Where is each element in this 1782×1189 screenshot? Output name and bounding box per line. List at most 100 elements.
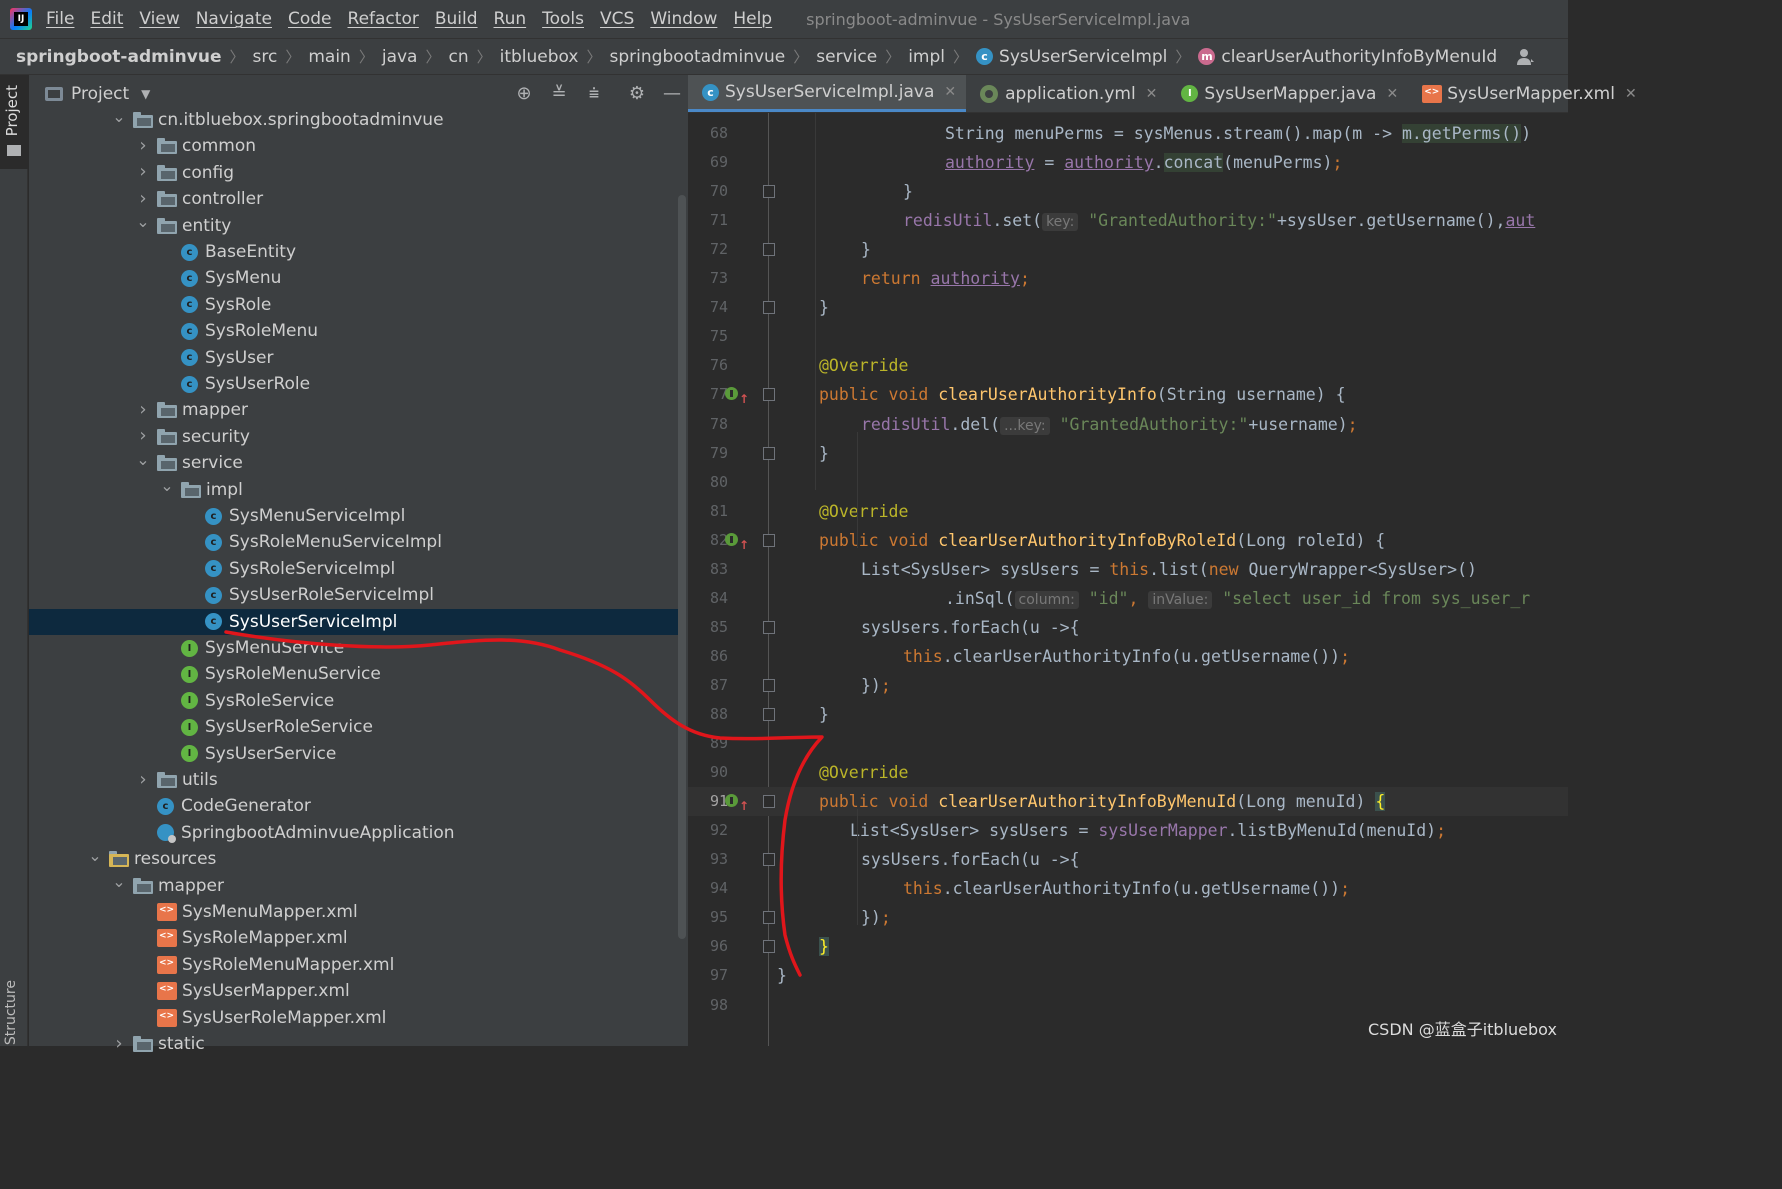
tree-item[interactable]: SysMenuMapper.xml <box>29 899 679 925</box>
editor-tab[interactable]: I SysUserMapper.java ✕ <box>1167 75 1408 112</box>
menu-item-file[interactable]: File <box>46 9 74 29</box>
menu-item-tools[interactable]: Tools <box>542 9 584 29</box>
tree-item[interactable]: I SysUserRoleService <box>29 714 679 740</box>
menu-item-refactor[interactable]: Refactor <box>348 9 419 29</box>
project-tool-tab[interactable]: Project <box>0 75 28 169</box>
tree-item[interactable]: ⌄ cn.itbluebox.springbootadminvue <box>29 107 679 133</box>
tree-item[interactable]: SpringbootAdminvueApplication <box>29 820 679 846</box>
override-gutter-icon[interactable]: ↑ <box>725 385 749 406</box>
tree-item[interactable]: › security <box>29 424 679 450</box>
collapse-all-icon[interactable]: ⩧ <box>583 83 605 105</box>
fold-marker-icon[interactable] <box>763 795 775 809</box>
fold-marker-icon[interactable] <box>763 243 775 257</box>
menu-item-view[interactable]: View <box>139 9 179 29</box>
breadcrumb-item[interactable]: springboot-adminvue <box>16 47 221 67</box>
chevron-down-icon[interactable]: ⌄ <box>87 846 103 865</box>
project-panel-title[interactable]: Project <box>71 84 129 104</box>
user-icon[interactable] <box>1516 47 1536 67</box>
chevron-right-icon[interactable]: › <box>111 1033 127 1054</box>
tree-item[interactable]: c SysRoleMenu <box>29 318 679 344</box>
breadcrumb-item[interactable]: itbluebox <box>500 47 579 67</box>
tree-item[interactable]: c SysUserRole <box>29 371 679 397</box>
project-scrollbar[interactable] <box>678 195 686 939</box>
tree-item[interactable]: ⌄ service <box>29 450 679 476</box>
fold-marker-icon[interactable] <box>763 533 775 547</box>
menu-item-edit[interactable]: Edit <box>90 9 123 29</box>
tree-item[interactable]: c BaseEntity <box>29 239 679 265</box>
fold-marker-icon[interactable] <box>763 911 775 925</box>
tree-item[interactable]: › common <box>29 133 679 159</box>
dropdown-arrow-icon[interactable]: ▼ <box>141 87 150 101</box>
breadcrumb-item[interactable]: main <box>308 47 350 67</box>
close-tab-icon[interactable]: ✕ <box>1386 86 1398 102</box>
chevron-right-icon[interactable]: › <box>135 425 151 446</box>
tree-item[interactable]: › static <box>29 1031 679 1057</box>
breadcrumb-class[interactable]: c SysUserServiceImpl <box>976 47 1167 67</box>
breadcrumb-item[interactable]: impl <box>908 47 945 67</box>
menu-item-code[interactable]: Code <box>288 9 332 29</box>
tree-item[interactable]: › utils <box>29 767 679 793</box>
breadcrumb-item[interactable]: service <box>816 47 877 67</box>
tree-item[interactable]: I SysUserService <box>29 741 679 767</box>
tree-item[interactable]: c CodeGenerator <box>29 793 679 819</box>
tree-item[interactable]: SysRoleMenuMapper.xml <box>29 952 679 978</box>
tree-item[interactable]: I SysRoleService <box>29 688 679 714</box>
tree-item[interactable]: I SysMenuService <box>29 635 679 661</box>
editor-tab[interactable]: SysUserMapper.xml ✕ <box>1408 75 1647 112</box>
tree-item[interactable]: › controller <box>29 186 679 212</box>
breadcrumb-item[interactable]: cn <box>448 47 468 67</box>
chevron-down-icon[interactable]: ⌄ <box>111 872 127 891</box>
tree-item[interactable]: I SysRoleMenuService <box>29 661 679 687</box>
menu-item-build[interactable]: Build <box>435 9 478 29</box>
breadcrumb-item[interactable]: springbootadminvue <box>610 47 786 67</box>
breadcrumb-item[interactable]: java <box>382 47 418 67</box>
structure-tool-tab[interactable]: Structure <box>3 980 19 1045</box>
chevron-right-icon[interactable]: › <box>135 769 151 790</box>
fold-marker-icon[interactable] <box>763 708 775 721</box>
code-editor[interactable]: 68 String menuPerms = sysMenus.stream().m… <box>688 113 1568 1046</box>
chevron-down-icon[interactable]: ⌄ <box>159 476 175 495</box>
breadcrumb-method[interactable]: m clearUserAuthorityInfoByMenuId <box>1198 47 1497 67</box>
fold-marker-icon[interactable] <box>763 446 775 460</box>
tree-item[interactable]: ⌄ entity <box>29 212 679 239</box>
tree-item[interactable]: c SysMenuServiceImpl <box>29 503 679 529</box>
fold-marker-icon[interactable] <box>763 678 775 692</box>
tree-item[interactable]: c SysMenu <box>29 265 679 291</box>
tree-item[interactable]: SysUserRoleMapper.xml <box>29 1005 679 1031</box>
breadcrumb-item[interactable]: src <box>253 47 278 67</box>
fold-marker-icon[interactable] <box>763 853 775 867</box>
fold-marker-icon[interactable] <box>763 620 775 634</box>
editor-tab[interactable]: application.yml ✕ <box>966 75 1167 112</box>
fold-marker-icon[interactable] <box>763 185 775 199</box>
menu-item-navigate[interactable]: Navigate <box>196 9 272 29</box>
chevron-down-icon[interactable]: ⌄ <box>135 450 151 469</box>
menu-item-vcs[interactable]: VCS <box>600 9 634 29</box>
override-gutter-icon[interactable]: ↑ <box>725 531 749 552</box>
close-tab-icon[interactable]: ✕ <box>1146 86 1158 102</box>
fold-marker-icon[interactable] <box>763 388 775 402</box>
chevron-down-icon[interactable]: ⌄ <box>111 107 127 126</box>
tree-item[interactable]: ⌄ mapper <box>29 872 679 899</box>
menu-item-window[interactable]: Window <box>650 9 717 29</box>
menu-item-help[interactable]: Help <box>733 9 772 29</box>
tree-item[interactable]: SysRoleMapper.xml <box>29 925 679 951</box>
chevron-down-icon[interactable]: ⌄ <box>135 212 151 231</box>
menu-item-run[interactable]: Run <box>494 9 527 29</box>
tree-item[interactable]: › mapper <box>29 397 679 423</box>
locate-icon[interactable]: ⊕ <box>513 83 535 105</box>
close-tab-icon[interactable]: ✕ <box>1625 86 1637 102</box>
expand-all-icon[interactable]: ≚ <box>548 83 570 105</box>
fold-marker-icon[interactable] <box>763 301 775 315</box>
tree-item[interactable]: c SysRole <box>29 292 679 318</box>
tree-item[interactable]: c SysUserRoleServiceImpl <box>29 582 679 608</box>
fold-marker-icon[interactable] <box>763 940 775 954</box>
tree-item[interactable]: c SysUserServiceImpl <box>29 608 679 635</box>
chevron-right-icon[interactable]: › <box>135 161 151 182</box>
tree-item[interactable]: c SysRoleMenuServiceImpl <box>29 529 679 555</box>
tree-item[interactable]: ⌄ resources <box>29 846 679 872</box>
tree-item[interactable]: SysUserMapper.xml <box>29 978 679 1004</box>
hide-panel-icon[interactable]: — <box>661 83 683 105</box>
gear-icon[interactable]: ⚙ <box>626 83 648 105</box>
tree-item[interactable]: ⌄ impl <box>29 476 679 503</box>
tree-item[interactable]: c SysRoleServiceImpl <box>29 556 679 582</box>
